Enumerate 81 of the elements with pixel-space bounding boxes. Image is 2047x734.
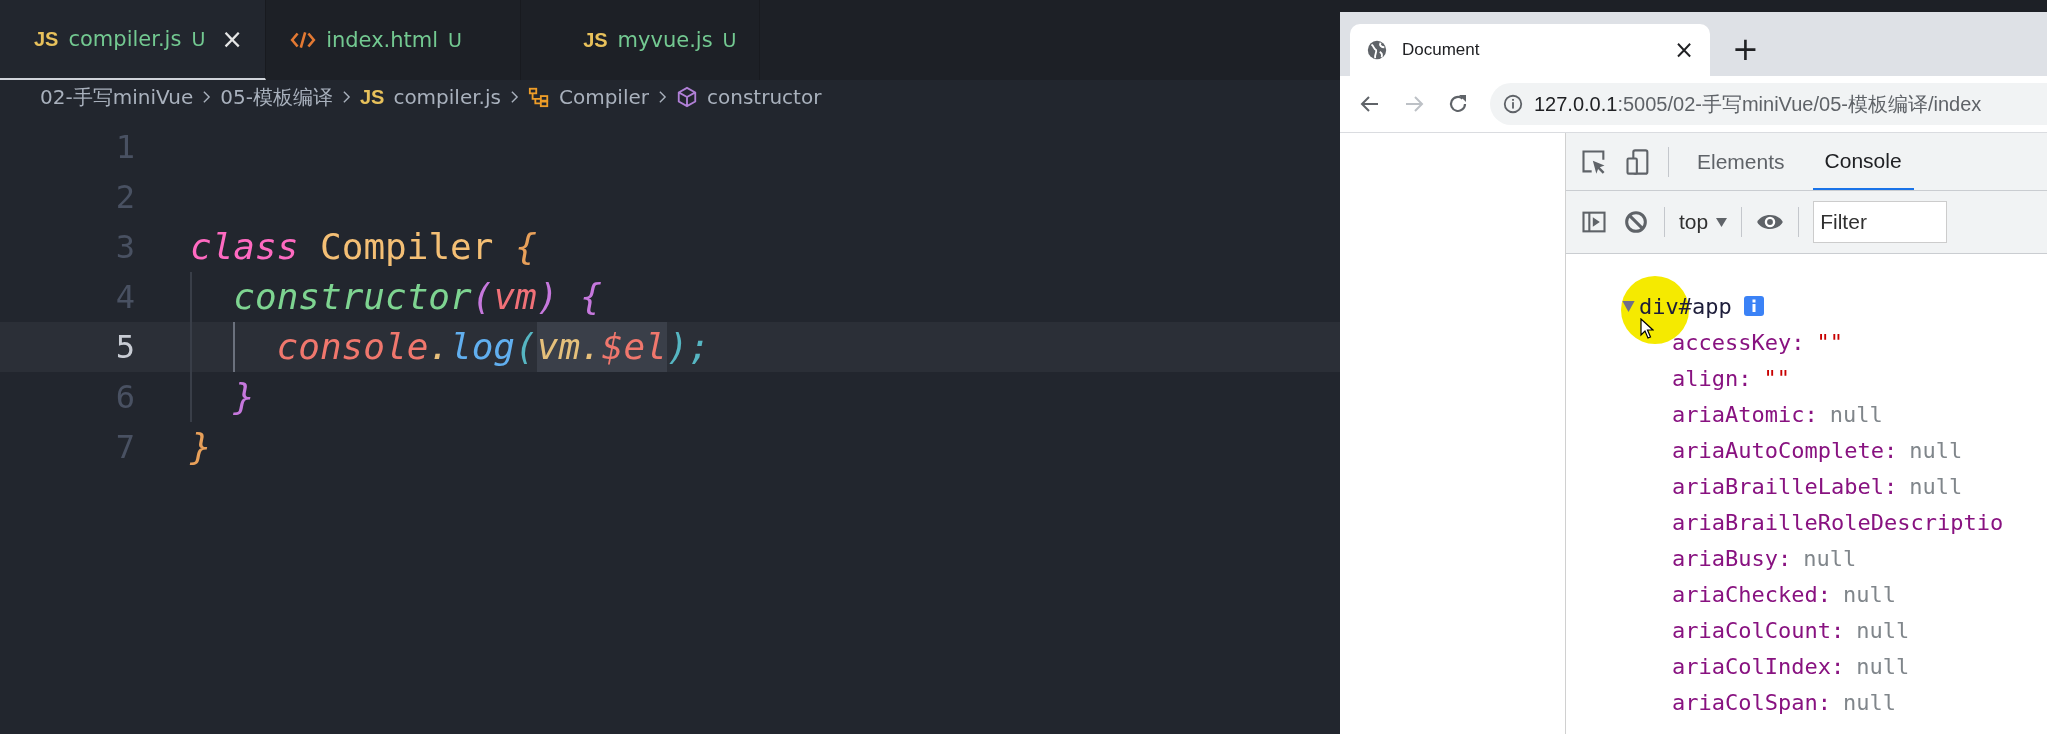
property-name: ariaBrailleLabel:	[1672, 473, 1898, 499]
code-token: (	[471, 275, 494, 319]
tab-label: compiler.js	[68, 27, 182, 51]
dropdown-arrow-icon	[1716, 217, 1728, 227]
property-name: accessKey:	[1672, 329, 1805, 355]
breadcrumb-item[interactable]: Compiler	[558, 85, 649, 109]
line-number: 5	[114, 328, 135, 366]
git-status: U	[191, 28, 206, 50]
info-badge-icon	[1743, 296, 1764, 316]
code-token: {	[514, 225, 537, 269]
globe-icon	[1366, 39, 1388, 61]
devtools-tab[interactable]: Elements	[1685, 133, 1797, 190]
code-token: Compiler	[319, 225, 494, 269]
property-value: null	[1829, 401, 1883, 427]
code-token: console	[276, 325, 429, 369]
filter-field[interactable]: Filter	[1813, 201, 1948, 243]
property-value: ""	[1763, 365, 1790, 391]
property-name: ariaBrailleRoleDescriptio	[1672, 509, 2004, 535]
code-token: )	[536, 275, 559, 319]
property-name: align:	[1672, 365, 1752, 391]
code-token: vm	[493, 275, 537, 319]
chevron-icon	[509, 90, 519, 104]
breadcrumb-item[interactable]: 02-手写miniVue	[40, 83, 194, 111]
url-text: 127.0.0.1:5005/02-手写miniVue/05-模板编译/index	[1534, 91, 1982, 117]
property-value: null	[1842, 689, 1896, 715]
chevron-icon	[341, 90, 351, 104]
property-value: ""	[1816, 329, 1843, 355]
address-bar[interactable]: 127.0.0.1:5005/02-手写miniVue/05-模板编译/index	[1490, 83, 2047, 125]
code-token: class	[190, 225, 299, 269]
git-status: U	[722, 29, 737, 51]
property-value: null	[1909, 437, 1963, 463]
js-file-icon: JS	[34, 27, 59, 51]
chevron-icon	[202, 90, 212, 104]
breadcrumb-item[interactable]: constructor	[707, 85, 822, 109]
new-tab-button[interactable]: +	[1732, 30, 1759, 68]
property-name: ariaBusy:	[1672, 545, 1792, 571]
editor-tab[interactable]: JS compiler.js U ×	[0, 0, 267, 80]
breadcrumb-item[interactable]: 05-模板编译	[220, 83, 333, 111]
code-token: (	[515, 325, 537, 369]
clear-console-icon[interactable]	[1622, 208, 1650, 236]
chevron-icon	[658, 90, 667, 104]
property-value: null	[1856, 653, 1910, 679]
close-icon[interactable]: ×	[1673, 36, 1694, 64]
code-token: .	[428, 325, 450, 369]
editor-tab[interactable]: index.html U	[266, 0, 522, 80]
property-value: null	[1856, 617, 1910, 643]
property-value: null	[1909, 473, 1963, 499]
cube-icon	[676, 86, 698, 108]
context-selector[interactable]: top	[1679, 210, 1728, 234]
code-token: }	[190, 425, 212, 469]
property-name: ariaColCount:	[1672, 617, 1845, 643]
editor-tab[interactable]: JS myvue.js U	[521, 0, 760, 80]
code-token: log	[450, 325, 516, 369]
info-icon	[1502, 93, 1524, 115]
js-file-icon: JS	[359, 85, 385, 109]
breadcrumb-item[interactable]: compiler.js	[393, 85, 501, 109]
property-value: null	[1803, 545, 1857, 571]
property-name: ariaChecked:	[1672, 581, 1831, 607]
tab-label: index.html	[326, 28, 439, 52]
git-status: U	[448, 29, 462, 51]
property-name: ariaAtomic:	[1672, 401, 1818, 427]
mouse-cursor-icon	[1640, 318, 1654, 340]
property-name: ariaColSpan:	[1672, 689, 1831, 715]
property-value: null	[1842, 581, 1896, 607]
expand-triangle-icon[interactable]	[1622, 300, 1635, 312]
class-icon	[527, 86, 550, 108]
tab-title: Document	[1402, 40, 1481, 60]
code-token: {	[579, 275, 602, 319]
code-token: vm	[536, 322, 581, 372]
js-file-icon: JS	[583, 28, 608, 52]
code-token: $el	[601, 322, 667, 372]
code-token: .	[580, 322, 602, 372]
browser-tab[interactable]: Document ×	[1350, 24, 1710, 76]
code-token: constructor	[233, 275, 472, 319]
property-name: ariaAutoComplete:	[1672, 437, 1898, 463]
tab-label: myvue.js	[617, 28, 713, 52]
code-token: );	[666, 325, 711, 369]
code-token: }	[233, 375, 255, 419]
code-brackets-icon	[290, 29, 317, 51]
close-icon[interactable]: ×	[221, 24, 244, 54]
property-name: ariaColIndex:	[1672, 653, 1845, 679]
